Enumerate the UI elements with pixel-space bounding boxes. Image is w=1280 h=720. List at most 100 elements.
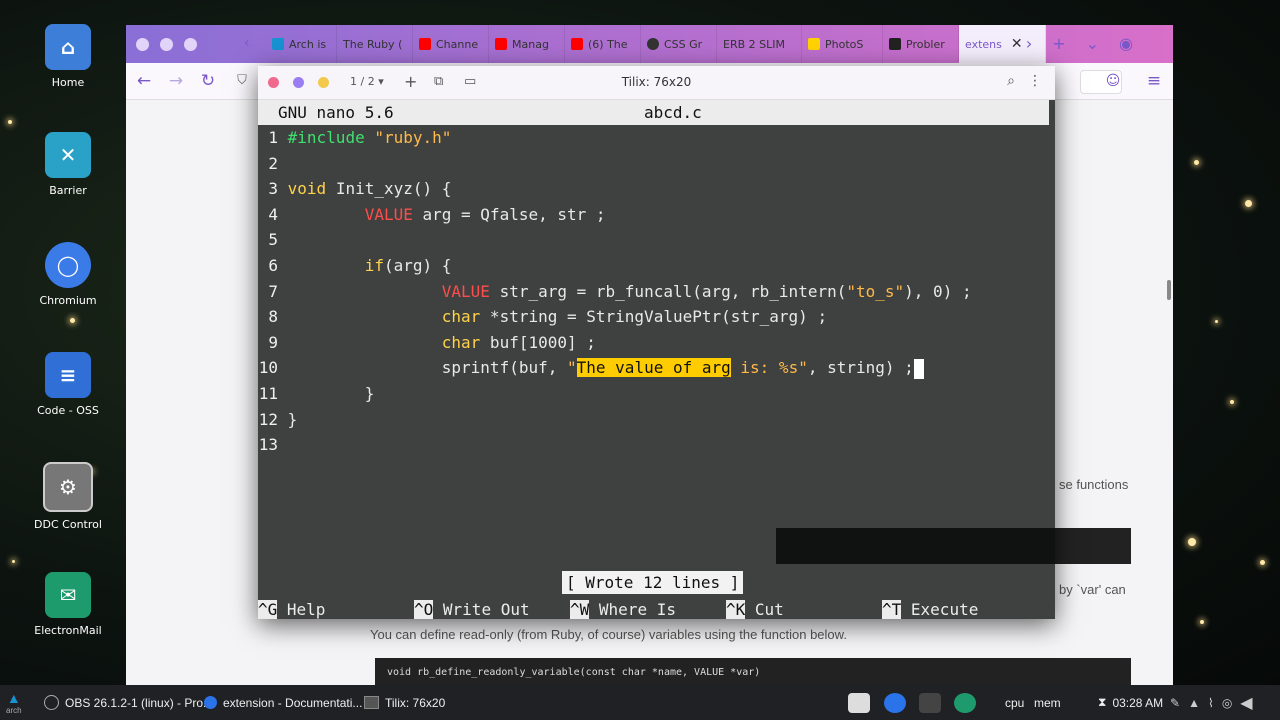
photopea-favicon-icon: [808, 38, 820, 50]
line-number: 7: [268, 281, 278, 301]
code-line[interactable]: 13: [258, 432, 288, 457]
code-token: VALUE: [441, 281, 490, 301]
line-number: 12: [258, 409, 278, 429]
maximize-window-button[interactable]: [184, 38, 197, 51]
code-line[interactable]: 10 sprintf(buf, "The value of arg is: %s…: [258, 355, 924, 380]
profile-avatar-icon[interactable]: ☺: [1101, 71, 1125, 91]
line-number: 9: [268, 332, 278, 352]
shortcut-label: Write Out: [442, 600, 530, 619]
terminal-launcher-icon[interactable]: [919, 693, 941, 713]
code-line[interactable]: 11 }: [258, 381, 375, 406]
launcher-label: arch: [6, 706, 22, 715]
nano-shortcut: ^O Write Out: [414, 597, 530, 619]
desktop-icon-electronmail[interactable]: ✉ ElectronMail: [30, 572, 106, 637]
tab-youtube-manage[interactable]: Manag: [489, 25, 565, 63]
arch-favicon-icon: [272, 38, 284, 50]
close-window-button[interactable]: [136, 38, 149, 51]
desktop-icon-home[interactable]: ⌂ Home: [30, 24, 106, 89]
nano-titlebar: GNU nano 5.6 abcd.c: [258, 100, 1049, 125]
desktop-icon-barrier[interactable]: ✕ Barrier: [30, 132, 106, 197]
nano-shortcut: ^T Execute: [882, 597, 978, 619]
volume-icon[interactable]: ◀: [1240, 693, 1252, 713]
tab-label: (6) The: [588, 37, 628, 51]
network-icon[interactable]: ◎: [1222, 696, 1232, 710]
code-line[interactable]: 9 char buf[1000] ;: [258, 330, 596, 355]
code-line[interactable]: 6 if(arg) {: [258, 253, 451, 278]
more-options-icon[interactable]: ⋮: [1028, 73, 1042, 89]
reload-icon[interactable]: ↻: [196, 71, 220, 91]
hourglass-icon: ⧗: [1098, 695, 1107, 709]
menu-hamburger-icon[interactable]: ≡: [1142, 71, 1166, 91]
task-tilix[interactable]: Tilix: 76x20: [364, 685, 445, 720]
desktop-icon-chromium[interactable]: ◯ Chromium: [30, 242, 106, 307]
tab-arch[interactable]: Arch is: [266, 25, 337, 63]
firefox-launcher-icon[interactable]: [884, 693, 906, 713]
page-code-block: void rb_define_readonly_variable(const c…: [375, 658, 1131, 685]
taskbar: ▲ arch OBS 26.1.2-1 (linux) - Pro... ext…: [0, 685, 1280, 720]
minimize-window-button[interactable]: [160, 38, 173, 51]
shortcut-key: ^O: [414, 600, 434, 619]
code-token: arg = Qfalse, str ;: [412, 204, 606, 224]
shield-icon[interactable]: ⛉: [230, 71, 254, 91]
code-line[interactable]: 1 #include "ruby.h": [258, 125, 451, 150]
pen-icon[interactable]: ✎: [1170, 696, 1180, 710]
desktop-icon-ddc-control[interactable]: ⚙ DDC Control: [30, 462, 106, 531]
task-firefox[interactable]: extension - Documentati...: [204, 685, 362, 720]
line-number: 4: [268, 204, 278, 224]
cpu-monitor[interactable]: cpu: [1005, 685, 1024, 720]
search-icon[interactable]: ⌕: [1007, 73, 1015, 89]
electronmail-icon: ✉: [45, 572, 91, 618]
tabs-scroll-right-icon[interactable]: ›: [1026, 34, 1032, 53]
code-line[interactable]: 4 VALUE arg = Qfalse, str ;: [258, 202, 606, 227]
code-oss-icon: ≡: [45, 352, 91, 398]
desktop-icon-code-oss[interactable]: ≡ Code - OSS: [30, 352, 106, 417]
code-line[interactable]: 5: [258, 227, 288, 252]
settings-launcher-icon[interactable]: [954, 693, 976, 713]
clock[interactable]: ⧗ 03:28 AM: [1098, 685, 1163, 720]
tab-label: Arch is: [289, 37, 327, 51]
tab-youtube-video[interactable]: (6) The: [565, 25, 641, 63]
code-line[interactable]: 2: [258, 151, 288, 176]
code-token: is: %s": [730, 358, 808, 378]
code-line[interactable]: 3 void Init_xyz() {: [258, 176, 451, 201]
files-icon[interactable]: [848, 693, 870, 713]
shortcut-key: ^W: [570, 600, 590, 619]
page-scrollbar[interactable]: [1167, 280, 1171, 300]
notification-icon[interactable]: ▲: [1188, 696, 1200, 710]
mem-monitor[interactable]: mem: [1034, 685, 1061, 720]
back-arrow-icon[interactable]: ←: [132, 71, 156, 91]
line-number: 6: [268, 256, 278, 275]
youtube-favicon-icon: [419, 38, 431, 50]
tabs-scroll-left-icon[interactable]: ‹: [244, 35, 250, 51]
app-launcher[interactable]: ▲ arch: [6, 685, 22, 720]
tab-youtube-channel[interactable]: Channe: [413, 25, 489, 63]
code-line[interactable]: 8 char *string = StringValuePtr(str_arg)…: [258, 304, 827, 329]
new-tab-icon[interactable]: +: [1052, 34, 1065, 53]
code-line[interactable]: 12 }: [258, 407, 298, 432]
text-cursor: [913, 358, 924, 379]
task-obs[interactable]: OBS 26.1.2-1 (linux) - Pro...: [44, 685, 213, 720]
tab-erb-slim[interactable]: ERB 2 SLIM: [717, 25, 802, 63]
tab-ruby[interactable]: The Ruby (: [337, 25, 413, 63]
tab-photoshop[interactable]: PhotoS: [802, 25, 883, 63]
attachment-icon[interactable]: ⌇: [1208, 696, 1214, 710]
desktop-icon-label: ElectronMail: [34, 624, 102, 637]
tilix-titlebar: 1 / 2 ▾ + ⧉ ▭ Tilix: 76x20 ⌕ ⋮: [258, 66, 1055, 100]
tab-css-grid[interactable]: CSS Gr: [641, 25, 717, 63]
page-side-text: by `var' can: [1059, 582, 1126, 597]
extension-icon[interactable]: ◉: [1119, 34, 1133, 53]
terminal-area[interactable]: GNU nano 5.6 abcd.c 1 #include "ruby.h" 2…: [258, 100, 1055, 619]
line-number: 1: [268, 128, 278, 147]
code-line[interactable]: 7 VALUE str_arg = rb_funcall(arg, rb_int…: [258, 279, 971, 304]
line-number: 13: [258, 435, 278, 455]
obs-icon: [44, 695, 59, 710]
shortcut-key: ^K: [726, 600, 746, 619]
tab-list-chevron-down-icon[interactable]: ⌄: [1086, 34, 1099, 53]
code-token: }: [287, 384, 375, 403]
mem-label: mem: [1034, 695, 1061, 710]
tab-problem[interactable]: Probler: [883, 25, 959, 63]
forward-arrow-icon[interactable]: →: [164, 71, 188, 91]
close-tab-icon[interactable]: ✕: [1011, 36, 1023, 52]
